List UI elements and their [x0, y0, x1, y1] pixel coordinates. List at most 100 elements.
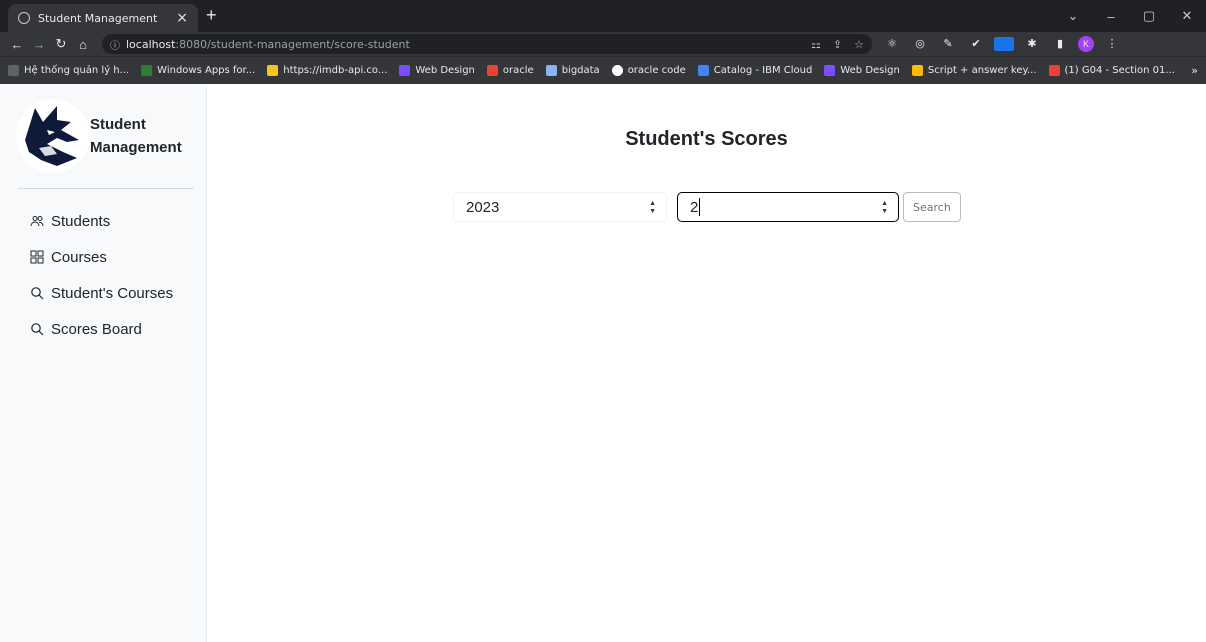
wolf-logo-icon — [16, 99, 90, 173]
search-icon — [30, 322, 44, 336]
profile-avatar[interactable]: K — [1078, 36, 1094, 52]
minimize-button[interactable]: – — [1092, 9, 1130, 24]
bookmark-item[interactable]: Script + answer key... — [911, 65, 1037, 76]
bookmark-item[interactable]: https://imdb-api.co... — [267, 65, 387, 76]
extension-react-icon[interactable]: ⚛ — [882, 37, 902, 51]
extensions-puzzle-icon[interactable]: ✱ — [1022, 37, 1042, 51]
google-drive-icon — [911, 65, 923, 76]
search-button[interactable]: Search — [903, 192, 961, 222]
bookmark-label: oracle — [502, 65, 534, 76]
search-icon — [30, 286, 44, 300]
semester-value: 2 — [690, 198, 699, 216]
url-path: :8080/student-management/score-student — [175, 37, 410, 51]
grid-icon — [30, 250, 44, 264]
close-window-button[interactable]: ✕ — [1168, 8, 1206, 24]
text-caret — [699, 198, 701, 216]
sidebar-item-students-courses[interactable]: Student's Courses — [12, 275, 194, 311]
sidebar: Student Management Students Courses Stud… — [0, 84, 207, 642]
brand-line-2: Management — [90, 139, 182, 156]
sidebar-divider — [18, 188, 194, 189]
bookmark-favicon-icon — [824, 65, 836, 76]
back-icon[interactable]: ← — [6, 37, 28, 52]
translate-icon[interactable]: ⚏ — [811, 38, 821, 51]
bookmark-favicon-icon — [141, 65, 153, 76]
bookmark-favicon-icon — [267, 65, 279, 76]
bookmark-item[interactable]: bigdata — [545, 65, 600, 76]
bookmark-item[interactable]: oracle code — [611, 65, 686, 76]
page-title: Student's Scores — [625, 128, 788, 150]
bookmark-favicon-icon — [8, 65, 19, 76]
bookmark-favicon-icon — [545, 65, 557, 76]
bookmark-label: Windows Apps for... — [157, 65, 256, 76]
window-controls: ⌄ – ▢ ✕ — [1054, 0, 1206, 32]
youtube-icon — [1048, 65, 1060, 76]
brand[interactable]: Student Management — [12, 94, 194, 178]
sidebar-item-students[interactable]: Students — [12, 203, 194, 239]
brand-name: Student Management — [90, 113, 182, 159]
bookmark-item[interactable]: Web Design — [399, 65, 475, 76]
bookmark-favicon-icon — [399, 65, 411, 76]
extensions-area: ⚛ ◎ ✎ ✔ ✱ ▮ K ⋮ — [878, 36, 1126, 52]
browser-tab[interactable]: Student Management × — [8, 4, 198, 32]
address-bar[interactable]: ⓘ localhost:8080/student-management/scor… — [102, 34, 872, 54]
extension-check-icon[interactable]: ✔ — [966, 37, 986, 51]
extension-pencil-icon[interactable]: ✎ — [938, 37, 958, 51]
sidebar-item-label: Students — [51, 212, 111, 230]
sidebar-item-label: Student's Courses — [51, 284, 174, 302]
sidebar-item-scores-board[interactable]: Scores Board — [12, 311, 194, 347]
bookmark-item[interactable]: Windows Apps for... — [141, 65, 255, 76]
bookmark-label: Catalog - IBM Cloud — [713, 65, 813, 76]
main-content: Student's Scores 2023 ▲ ▼ 2 ▲ ▼ Search — [207, 84, 1206, 642]
side-panel-icon[interactable]: ▮ — [1050, 37, 1070, 51]
bookmark-label: https://imdb-api.co... — [283, 65, 388, 76]
extension-badge-icon[interactable] — [994, 37, 1014, 51]
brand-line-1: Student — [90, 116, 146, 133]
search-form: 2023 ▲ ▼ 2 ▲ ▼ Search — [453, 192, 961, 222]
bookmark-label: Script + answer key... — [927, 65, 1037, 76]
bookmark-label: (1) G04 - Section 01... — [1064, 65, 1175, 76]
bookmark-item[interactable]: Hệ thống quản lý h... — [8, 65, 129, 76]
bookmark-label: bigdata — [561, 65, 600, 76]
tab-search-icon[interactable]: ⌄ — [1054, 8, 1092, 24]
bookmark-star-icon[interactable]: ☆ — [854, 38, 864, 51]
year-input[interactable]: 2023 ▲ ▼ — [453, 192, 667, 222]
bookmarks-overflow-button[interactable]: » — [1191, 64, 1198, 77]
bookmark-label: oracle code — [627, 65, 686, 76]
people-icon — [30, 214, 44, 228]
browser-toolbar: ← → ↻ ⌂ ⓘ localhost:8080/student-managem… — [0, 32, 1206, 56]
new-tab-button[interactable]: + — [206, 5, 217, 25]
bookmark-favicon-icon — [486, 65, 498, 76]
sidebar-nav: Students Courses Student's Courses Score… — [12, 203, 194, 347]
sidebar-item-courses[interactable]: Courses — [12, 239, 194, 275]
bookmark-item[interactable]: oracle — [486, 65, 534, 76]
extension-record-icon[interactable]: ◎ — [910, 37, 930, 51]
sidebar-item-label: Courses — [51, 248, 107, 266]
bookmark-label: Hệ thống quản lý h... — [24, 65, 130, 76]
sidebar-item-label: Scores Board — [51, 320, 142, 338]
site-info-icon[interactable]: ⓘ — [110, 37, 120, 52]
semester-input[interactable]: 2 ▲ ▼ — [677, 192, 899, 222]
bookmark-item[interactable]: Web Design — [824, 65, 900, 76]
url-host: localhost — [126, 37, 176, 51]
bookmarks-bar: Hệ thống quản lý h... Windows Apps for..… — [0, 56, 1206, 84]
reload-icon[interactable]: ↻ — [50, 36, 72, 52]
tab-title: Student Management — [38, 11, 158, 25]
tab-close-icon[interactable]: × — [176, 10, 188, 26]
bookmark-favicon-icon — [697, 65, 709, 76]
browser-tab-strip: Student Management × + ⌄ – ▢ ✕ — [0, 0, 1206, 32]
globe-icon — [18, 12, 30, 24]
semester-stepper-icon[interactable]: ▲ ▼ — [881, 200, 888, 216]
github-icon — [611, 65, 623, 76]
bookmark-label: Web Design — [415, 65, 475, 76]
forward-icon[interactable]: → — [28, 37, 50, 52]
bookmark-item[interactable]: Catalog - IBM Cloud — [697, 65, 813, 76]
bookmark-label: Web Design — [840, 65, 900, 76]
home-icon[interactable]: ⌂ — [72, 37, 94, 52]
restore-button[interactable]: ▢ — [1130, 8, 1168, 24]
share-icon[interactable]: ⇪ — [833, 38, 842, 51]
browser-menu-icon[interactable]: ⋮ — [1102, 37, 1122, 51]
year-value: 2023 — [466, 198, 500, 216]
app-root: Student Management Students Courses Stud… — [0, 84, 1206, 642]
year-stepper-icon[interactable]: ▲ ▼ — [649, 200, 656, 216]
bookmark-item[interactable]: (1) G04 - Section 01... — [1048, 65, 1175, 76]
